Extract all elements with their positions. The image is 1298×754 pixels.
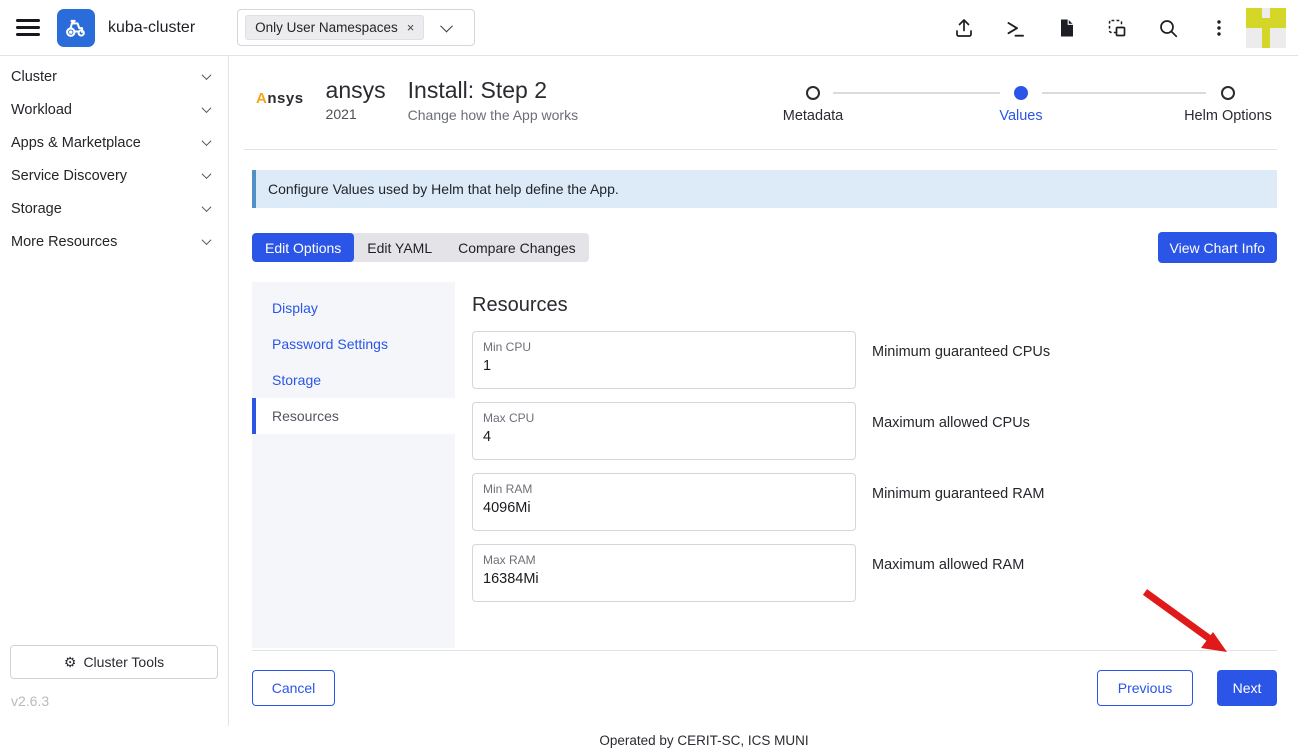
sidebar: Cluster Workload Apps & Marketplace Serv… [0, 56, 229, 726]
field-row-min-ram: Min RAM Minimum guaranteed RAM [472, 473, 1277, 531]
min-cpu-input[interactable] [483, 358, 845, 374]
step-circle-helm-options[interactable] [1221, 86, 1235, 100]
main-content: Ansys ansys 2021 Install: Step 2 Change … [229, 56, 1298, 726]
rancher-logo-icon[interactable] [57, 9, 95, 47]
step-circle-values[interactable] [1014, 86, 1028, 100]
section-title: Resources [472, 294, 1277, 317]
sidebar-item-label: Cluster [11, 69, 57, 85]
sidebar-item-apps-marketplace[interactable]: Apps & Marketplace [0, 126, 228, 159]
search-icon[interactable] [1157, 17, 1179, 39]
page-title: Install: Step 2 [408, 78, 578, 103]
subnav-item-password-settings[interactable]: Password Settings [252, 326, 455, 362]
step-connector [833, 92, 1000, 94]
cluster-tools-label: Cluster Tools [83, 654, 164, 670]
chevron-down-icon [202, 136, 212, 146]
sidebar-item-storage[interactable]: Storage [0, 192, 228, 225]
user-avatar[interactable] [1246, 8, 1286, 48]
min-ram-field[interactable]: Min RAM [472, 473, 856, 531]
tab-edit-yaml[interactable]: Edit YAML [354, 233, 445, 262]
sidebar-item-label: Workload [11, 102, 72, 118]
sidebar-item-label: More Resources [11, 234, 117, 250]
subnav-item-resources[interactable]: Resources [252, 398, 455, 434]
sidebar-item-label: Storage [11, 201, 62, 217]
sidebar-item-workload[interactable]: Workload [0, 93, 228, 126]
cluster-name[interactable]: kuba-cluster [108, 19, 195, 37]
min-cpu-field[interactable]: Min CPU [472, 331, 856, 389]
header-divider [244, 149, 1277, 150]
sidebar-item-label: Apps & Marketplace [11, 135, 141, 151]
step-label-metadata[interactable]: Metadata [728, 108, 898, 124]
namespace-chip: Only User Namespaces × [245, 15, 424, 40]
namespace-chip-label: Only User Namespaces [255, 20, 398, 35]
max-cpu-input[interactable] [483, 429, 845, 445]
version-label: v2.6.3 [11, 693, 49, 709]
max-ram-input[interactable] [483, 571, 845, 587]
step-connector [1042, 92, 1206, 94]
kubectl-shell-icon[interactable] [1004, 17, 1026, 39]
app-name: ansys [326, 78, 386, 103]
info-banner-text: Configure Values used by Helm that help … [268, 181, 619, 197]
chevron-down-icon [202, 202, 212, 212]
info-banner: Configure Values used by Helm that help … [252, 170, 1277, 208]
field-row-min-cpu: Min CPU Minimum guaranteed CPUs [472, 331, 1277, 389]
ansys-logo: Ansys [256, 90, 304, 107]
previous-button[interactable]: Previous [1097, 670, 1193, 706]
field-description: Maximum allowed RAM [872, 557, 1024, 573]
page-subtitle: Change how the App works [408, 107, 578, 123]
field-description: Maximum allowed CPUs [872, 415, 1030, 431]
max-cpu-field[interactable]: Max CPU [472, 402, 856, 460]
menu-icon[interactable] [16, 19, 40, 36]
view-chart-info-button[interactable]: View Chart Info [1158, 232, 1277, 263]
footer-text: Operated by CERIT-SC, ICS MUNI [0, 726, 1298, 754]
gear-icon: ⚙ [64, 654, 77, 671]
install-header: Ansys ansys 2021 Install: Step 2 Change … [256, 78, 578, 123]
tab-compare-changes[interactable]: Compare Changes [445, 233, 589, 262]
step-label-helm-options[interactable]: Helm Options [1143, 108, 1298, 124]
rancher-app: kuba-cluster Only User Namespaces × [0, 0, 1298, 754]
sidebar-nav: Cluster Workload Apps & Marketplace Serv… [0, 56, 228, 258]
field-row-max-ram: Max RAM Maximum allowed RAM [472, 544, 1277, 602]
chevron-down-icon [202, 169, 212, 179]
upload-icon[interactable] [953, 17, 975, 39]
sidebar-item-cluster[interactable]: Cluster [0, 60, 228, 93]
import-icon[interactable] [1106, 17, 1128, 39]
values-subnav: Display Password Settings Storage Resour… [252, 282, 455, 648]
chevron-down-icon [202, 103, 212, 113]
max-ram-field[interactable]: Max RAM [472, 544, 856, 602]
field-row-max-cpu: Max CPU Maximum allowed CPUs [472, 402, 1277, 460]
field-label: Min CPU [483, 340, 845, 354]
sidebar-item-more-resources[interactable]: More Resources [0, 225, 228, 258]
subnav-item-display[interactable]: Display [252, 290, 455, 326]
field-description: Minimum guaranteed CPUs [872, 344, 1050, 360]
tab-edit-options[interactable]: Edit Options [252, 233, 354, 262]
top-bar: kuba-cluster Only User Namespaces × [0, 0, 1298, 56]
chevron-down-icon [202, 70, 212, 80]
field-description: Minimum guaranteed RAM [872, 486, 1044, 502]
app-version: 2021 [326, 106, 386, 122]
chevron-down-icon [440, 20, 453, 33]
cluster-tools-button[interactable]: ⚙ Cluster Tools [10, 645, 218, 679]
kebab-menu-icon[interactable] [1208, 17, 1230, 39]
edit-mode-tabs: Edit Options Edit YAML Compare Changes [252, 233, 589, 262]
file-icon[interactable] [1055, 17, 1077, 39]
namespace-filter[interactable]: Only User Namespaces × [237, 9, 475, 46]
step-circle-metadata[interactable] [806, 86, 820, 100]
footer-divider [252, 650, 1277, 651]
step-label-values[interactable]: Values [936, 108, 1106, 124]
chevron-down-icon [202, 235, 212, 245]
field-label: Min RAM [483, 482, 845, 496]
subnav-item-storage[interactable]: Storage [252, 362, 455, 398]
field-label: Max RAM [483, 553, 845, 567]
topbar-actions [953, 17, 1230, 39]
cancel-button[interactable]: Cancel [252, 670, 335, 706]
next-button[interactable]: Next [1217, 670, 1277, 706]
sidebar-item-service-discovery[interactable]: Service Discovery [0, 159, 228, 192]
sidebar-item-label: Service Discovery [11, 168, 127, 184]
resources-form: Resources Min CPU Minimum guaranteed CPU… [472, 294, 1277, 615]
min-ram-input[interactable] [483, 500, 845, 516]
field-label: Max CPU [483, 411, 845, 425]
remove-namespace-icon[interactable]: × [407, 21, 415, 34]
